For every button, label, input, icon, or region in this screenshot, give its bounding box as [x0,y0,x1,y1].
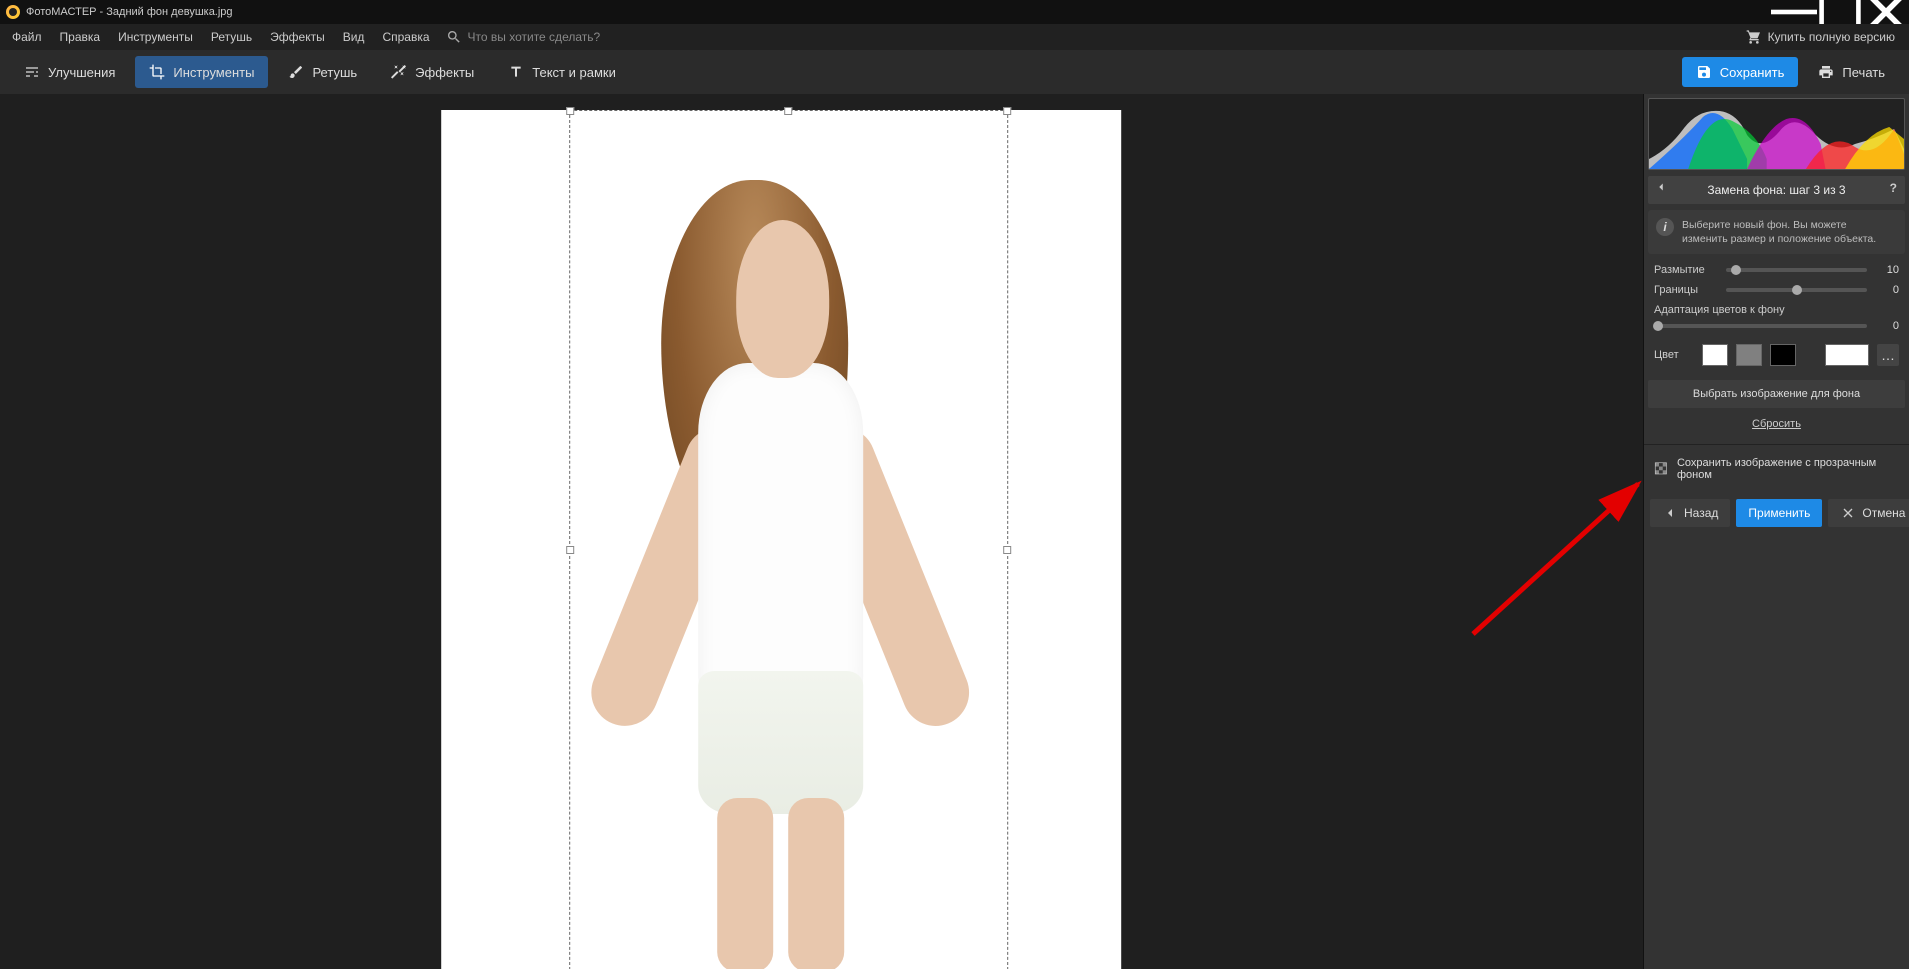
color-label: Цвет [1654,349,1694,361]
handle-tr[interactable] [1003,107,1011,115]
save-transparent-button[interactable]: Сохранить изображение с прозрачным фоном [1644,449,1909,489]
annotation-arrow [1443,474,1643,654]
app-icon [6,5,20,19]
back-label: Назад [1684,506,1718,520]
tab-enhancements[interactable]: Улучшения [10,56,129,88]
text-icon [508,64,524,80]
menu-effects[interactable]: Эффекты [262,27,333,47]
swatch-white[interactable] [1702,344,1728,366]
window-maximize[interactable] [1817,0,1863,24]
save-label: Сохранить [1720,65,1785,80]
crop-icon [149,64,165,80]
swatch-black[interactable] [1770,344,1796,366]
edges-label: Границы [1654,284,1718,296]
handle-tm[interactable] [784,107,792,115]
apply-button[interactable]: Применить [1736,499,1822,527]
color-row: Цвет … [1644,336,1909,374]
apply-label: Применить [1748,506,1810,520]
panel-info: i Выберите новый фон. Вы можете изменить… [1648,210,1905,254]
swatch-gray[interactable] [1736,344,1762,366]
save-icon [1696,64,1712,80]
choose-background-button[interactable]: Выбрать изображение для фона [1648,380,1905,408]
reset-link[interactable]: Сбросить [1644,414,1909,440]
print-label: Печать [1842,65,1885,80]
histogram[interactable] [1648,98,1905,170]
printer-icon [1818,64,1834,80]
edges-value: 0 [1875,284,1899,296]
panel-info-text: Выберите новый фон. Вы можете изменить р… [1682,219,1876,245]
menu-file[interactable]: Файл [4,27,50,47]
panel-title-bar: Замена фона: шаг 3 из 3 ? [1648,176,1905,204]
window-minimize[interactable] [1771,0,1817,24]
window-close[interactable] [1863,0,1909,24]
canvas[interactable] [441,110,1121,969]
choose-background-label: Выбрать изображение для фона [1693,388,1860,400]
tab-enhancements-label: Улучшения [48,65,115,80]
canvas-area[interactable] [0,94,1643,969]
tab-effects[interactable]: Эффекты [377,56,488,88]
separator [1644,444,1909,445]
blur-slider[interactable] [1726,268,1867,272]
panel-title: Замена фона: шаг 3 из 3 [1707,183,1845,197]
tab-text-frames-label: Текст и рамки [532,65,616,80]
panel-back-icon[interactable] [1654,180,1668,197]
adapt-slider[interactable] [1654,324,1867,328]
current-color[interactable] [1825,344,1869,366]
tab-retouch[interactable]: Ретушь [274,56,371,88]
main-area: Замена фона: шаг 3 из 3 ? i Выберите нов… [0,94,1909,969]
cart-icon [1746,29,1762,45]
back-button[interactable]: Назад [1650,499,1730,527]
handle-mr[interactable] [1003,546,1011,554]
window-title: ФотоМАСТЕР - Задний фон девушка.jpg [26,6,233,18]
menu-edit[interactable]: Правка [52,27,109,47]
panel-help-icon[interactable]: ? [1890,181,1897,195]
slider-adapt-track-row: 0 [1644,320,1909,336]
tab-text-frames[interactable]: Текст и рамки [494,56,630,88]
selection-box[interactable] [569,110,1008,969]
tab-retouch-label: Ретушь [312,65,357,80]
info-icon: i [1656,218,1674,236]
menu-help[interactable]: Справка [374,27,437,47]
search-icon [446,29,462,45]
tab-tools-label: Инструменты [173,65,254,80]
slider-edges: Границы 0 [1644,280,1909,300]
buy-full-label: Купить полную версию [1768,30,1895,44]
chevron-left-icon [1662,505,1678,521]
side-panel: Замена фона: шаг 3 из 3 ? i Выберите нов… [1643,94,1909,969]
tab-tools[interactable]: Инструменты [135,56,268,88]
menubar: Файл Правка Инструменты Ретушь Эффекты В… [0,24,1909,50]
close-icon [1840,505,1856,521]
blur-value: 10 [1875,264,1899,276]
tab-effects-label: Эффекты [415,65,474,80]
blur-label: Размытие [1654,264,1718,276]
save-transparent-label: Сохранить изображение с прозрачным фоном [1677,457,1899,481]
toolbar: Улучшения Инструменты Ретушь Эффекты Тек… [0,50,1909,94]
menu-tools[interactable]: Инструменты [110,27,201,47]
save-button[interactable]: Сохранить [1682,57,1799,87]
slider-adapt: Адаптация цветов к фону [1644,300,1909,320]
handle-ml[interactable] [566,546,574,554]
search-placeholder[interactable]: Что вы хотите сделать? [468,30,601,44]
menu-retouch[interactable]: Ретушь [203,27,260,47]
cancel-button[interactable]: Отмена [1828,499,1909,527]
print-button[interactable]: Печать [1804,57,1899,87]
wand-icon [391,64,407,80]
titlebar: ФотоМАСТЕР - Задний фон девушка.jpg [0,0,1909,24]
brush-icon [288,64,304,80]
buy-full-version[interactable]: Купить полную версию [1736,26,1905,48]
more-colors-button[interactable]: … [1877,344,1899,366]
edges-slider[interactable] [1726,288,1867,292]
action-row: Назад Применить Отмена [1644,493,1909,533]
menu-view[interactable]: Вид [335,27,373,47]
sliders-icon [24,64,40,80]
handle-tl[interactable] [566,107,574,115]
adapt-label: Адаптация цветов к фону [1654,304,1899,316]
slider-blur: Размытие 10 [1644,260,1909,280]
transparent-bg-icon [1654,461,1669,477]
cancel-label: Отмена [1862,506,1905,520]
adapt-value: 0 [1875,320,1899,332]
